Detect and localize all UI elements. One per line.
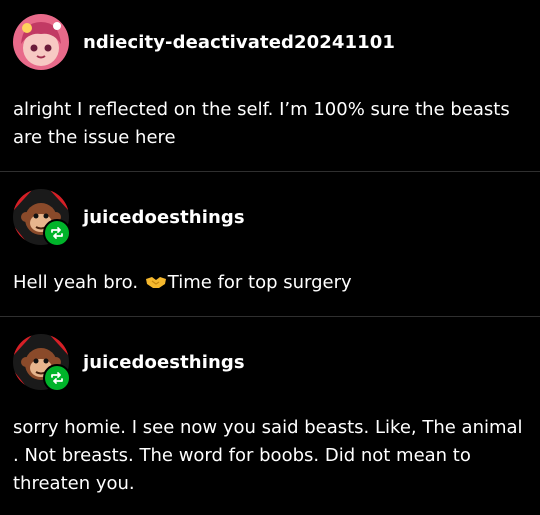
post-text-before: Hell yeah bro. <box>13 272 144 293</box>
avatar[interactable] <box>13 14 69 70</box>
reblog-thread: ndiecity-deactivated20241101 alright I r… <box>0 0 540 515</box>
post-username[interactable]: juicedoesthings <box>83 352 245 373</box>
avatar[interactable] <box>13 189 71 247</box>
post-header: juicedoesthings <box>0 172 540 247</box>
post-text: Hell yeah bro. Time for top surgery <box>0 269 540 299</box>
pink-anime-avatar-icon <box>13 14 69 70</box>
post-header: ndiecity-deactivated20241101 <box>0 0 540 72</box>
thread-post: juicedoesthings Hell yeah bro. Time for … <box>0 172 540 317</box>
thread-post: juicedoesthings sorry homie. I see now y… <box>0 317 540 515</box>
post-text-after: Time for top surgery <box>167 272 352 293</box>
avatar[interactable] <box>13 334 71 392</box>
reblog-badge <box>43 364 71 392</box>
post-text: alright I reflected on the self. I’m 100… <box>13 99 510 148</box>
thread-post: ndiecity-deactivated20241101 alright I r… <box>0 0 540 172</box>
reblog-icon <box>51 372 63 384</box>
post-username[interactable]: ndiecity-deactivated20241101 <box>83 32 395 53</box>
reblog-icon <box>51 227 63 239</box>
reblog-badge <box>43 219 71 247</box>
handshake-emoji-icon <box>145 271 167 299</box>
post-header: juicedoesthings <box>0 317 540 392</box>
post-text: sorry homie. I see now you said beasts. … <box>13 417 523 494</box>
post-username[interactable]: juicedoesthings <box>83 207 245 228</box>
